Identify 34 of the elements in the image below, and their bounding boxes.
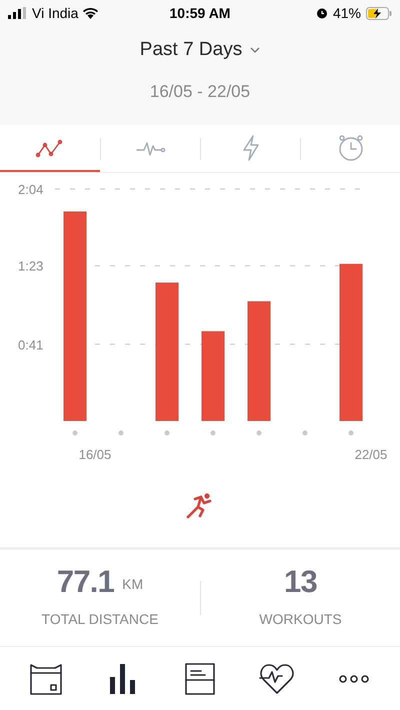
stat-label: WORKOUTS xyxy=(259,610,342,629)
wifi-icon xyxy=(82,7,100,19)
bar-chart-icon[interactable] xyxy=(109,662,138,694)
y-axis-label: 2:04 xyxy=(18,182,44,197)
calendar-icon[interactable] xyxy=(29,662,64,694)
stat-value: 13 xyxy=(284,566,317,597)
running-person-icon xyxy=(186,493,214,519)
chevron-down-icon xyxy=(250,47,260,54)
signal-icon xyxy=(8,7,28,19)
carrier-name: Vi India xyxy=(32,4,78,22)
x-axis-label: 22/05 xyxy=(354,447,388,462)
x-axis-dot xyxy=(118,430,124,436)
stat-value: 77.1 xyxy=(56,566,114,597)
stat-label: TOTAL DISTANCE xyxy=(42,610,158,629)
more-icon[interactable] xyxy=(338,674,369,684)
x-axis-dot xyxy=(348,430,354,436)
x-axis-dot xyxy=(164,430,170,436)
y-axis-label: 0:41 xyxy=(18,337,44,352)
document-icon[interactable] xyxy=(184,662,215,694)
date-range: 16/05 - 22/05 xyxy=(150,80,250,102)
clock-time: 10:59 AM xyxy=(170,4,230,22)
period-dropdown[interactable]: Past 7 Days xyxy=(140,36,260,64)
alarm-clock-icon xyxy=(336,134,364,162)
x-axis-dot xyxy=(72,430,78,436)
battery-charging-icon xyxy=(366,6,392,20)
heart-rate-icon[interactable] xyxy=(258,662,295,694)
x-axis-dot xyxy=(256,430,262,436)
battery-percentage: 41% xyxy=(332,4,361,22)
alarm-icon xyxy=(316,7,328,19)
stat-unit: KM xyxy=(122,575,144,594)
x-axis-dot xyxy=(210,430,216,436)
x-axis-dot xyxy=(302,430,308,436)
x-axis-label: 16/05 xyxy=(78,447,112,462)
y-axis-label: 1:23 xyxy=(18,258,44,274)
